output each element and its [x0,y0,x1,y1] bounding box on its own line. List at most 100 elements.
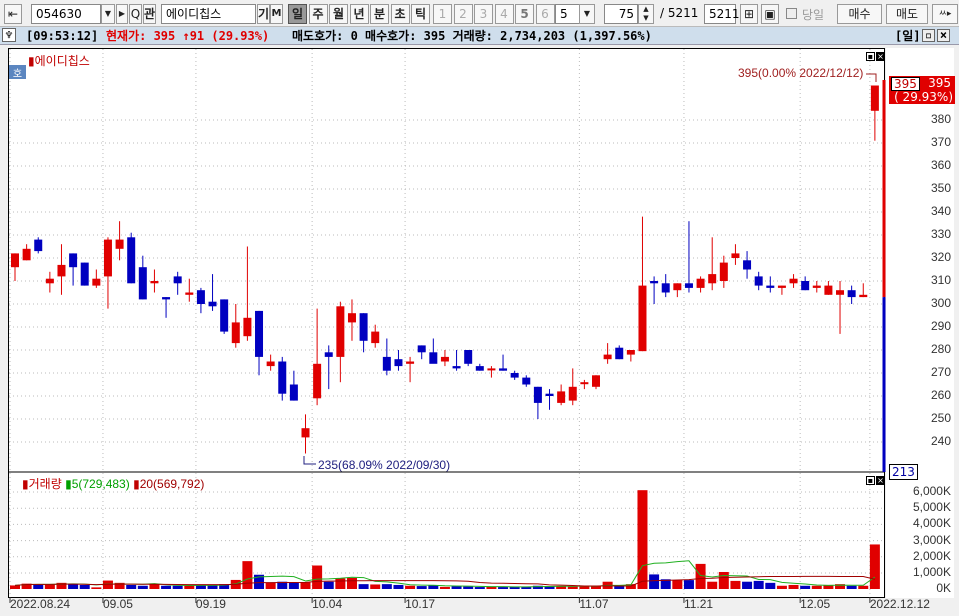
candle-body [592,375,600,387]
candle-body [499,368,508,371]
low-marker [303,456,316,465]
hoga-icon[interactable]: 호 [9,65,26,80]
ma5-label: 5(729,483) [71,477,130,491]
candle-body [80,262,89,286]
price-tick: 270 [930,365,951,379]
candle-body [150,281,159,284]
date-tick: 12.05 [800,597,831,611]
volume-bar [416,586,427,589]
price-tick: 300 [930,296,951,310]
volume-close-icon[interactable]: × [876,476,885,485]
candle-body [196,290,205,304]
candle-body [371,331,380,344]
volume-bar [323,581,334,589]
volume-legend: ▮거래량 ▮5(729,483) ▮20(569,792) [22,477,205,491]
ma20-label: 20(569,792) [139,477,205,491]
candle-body [92,278,101,286]
candle-body [231,322,240,344]
volume-bar [683,580,694,589]
candle-body [173,276,182,284]
volume-tick: 4,000K [912,516,951,531]
volume-bar [44,584,55,589]
volume-bar [91,587,102,589]
high-marker [866,73,877,82]
volume-bar [765,582,776,589]
volume-bar [439,586,450,589]
volume-bar [788,584,799,589]
price-tick: 320 [930,250,951,264]
volume-bar [312,565,323,589]
current-price-tag: 395 395 ( 29.93%) [889,76,955,104]
volume-bar [753,580,764,589]
price-tick: 260 [930,388,951,402]
price-tick: 290 [930,319,951,333]
candle-body [243,317,252,337]
candle-body [650,281,659,284]
candle-body [626,350,635,355]
candle-body [301,428,310,438]
candle-body [754,276,763,286]
volume-bar [161,585,172,589]
candle-body [696,278,705,288]
volume-bar [358,584,369,589]
candle-body [533,386,542,403]
volume-bar [474,587,485,589]
high-label: 395(0.00% 2022/12/12) [738,66,864,80]
candle-body [510,373,519,378]
current-pct: ( 29.93%) [894,90,953,104]
candle-body [743,260,752,270]
candle-body [324,352,333,357]
candle-body [452,366,461,369]
volume-bar [242,561,253,589]
volume-bar [184,585,195,589]
volume-bar [637,490,648,589]
candle-body [568,386,577,401]
current-price-value: 395 [928,76,951,90]
volume-bar [776,585,787,589]
volume-maximize-icon[interactable]: ▪ [866,476,875,485]
candle-body [11,253,19,268]
candle-body [847,290,856,298]
volume-bar [567,586,578,589]
volume-bar [649,574,660,589]
candle-body [475,366,484,371]
volume-tick: 1,000K [912,565,951,579]
price-tick: 280 [930,342,951,356]
candle-body [336,306,345,357]
volume-bar [10,585,20,589]
volume-bar [68,584,79,589]
candle-body [22,248,31,261]
candle-body [69,253,78,268]
candle-body [185,292,194,295]
volume-bar [137,585,148,589]
candle-body [278,361,287,394]
candle-body [208,301,217,307]
volume-tick: 6,000K [912,484,951,498]
candle-body [859,294,868,298]
candle-body [766,285,775,288]
volume-bar [498,587,509,589]
candle-body [731,253,740,258]
candle-body [522,377,531,385]
candle-body [719,262,728,281]
candle-body [103,239,112,277]
volume-bar [405,585,416,589]
candle-body [440,356,449,362]
panel-close-icon[interactable]: × [876,52,885,61]
date-tick: 2022.08.24 [10,597,71,611]
candle-body [801,281,810,291]
panel-maximize-icon[interactable]: ▪ [866,52,875,61]
volume-bar [718,571,729,589]
candle-body [347,313,356,323]
candle-body [138,267,147,300]
candle-body [487,368,496,371]
candle-body [464,350,473,364]
candle-body [429,352,438,364]
candle-body [824,285,833,295]
candle-body [127,237,136,284]
volume-bar [742,581,753,589]
candle-body [255,310,264,357]
candle-body [34,239,43,252]
candle-body [580,382,589,385]
candle-body [603,354,612,360]
